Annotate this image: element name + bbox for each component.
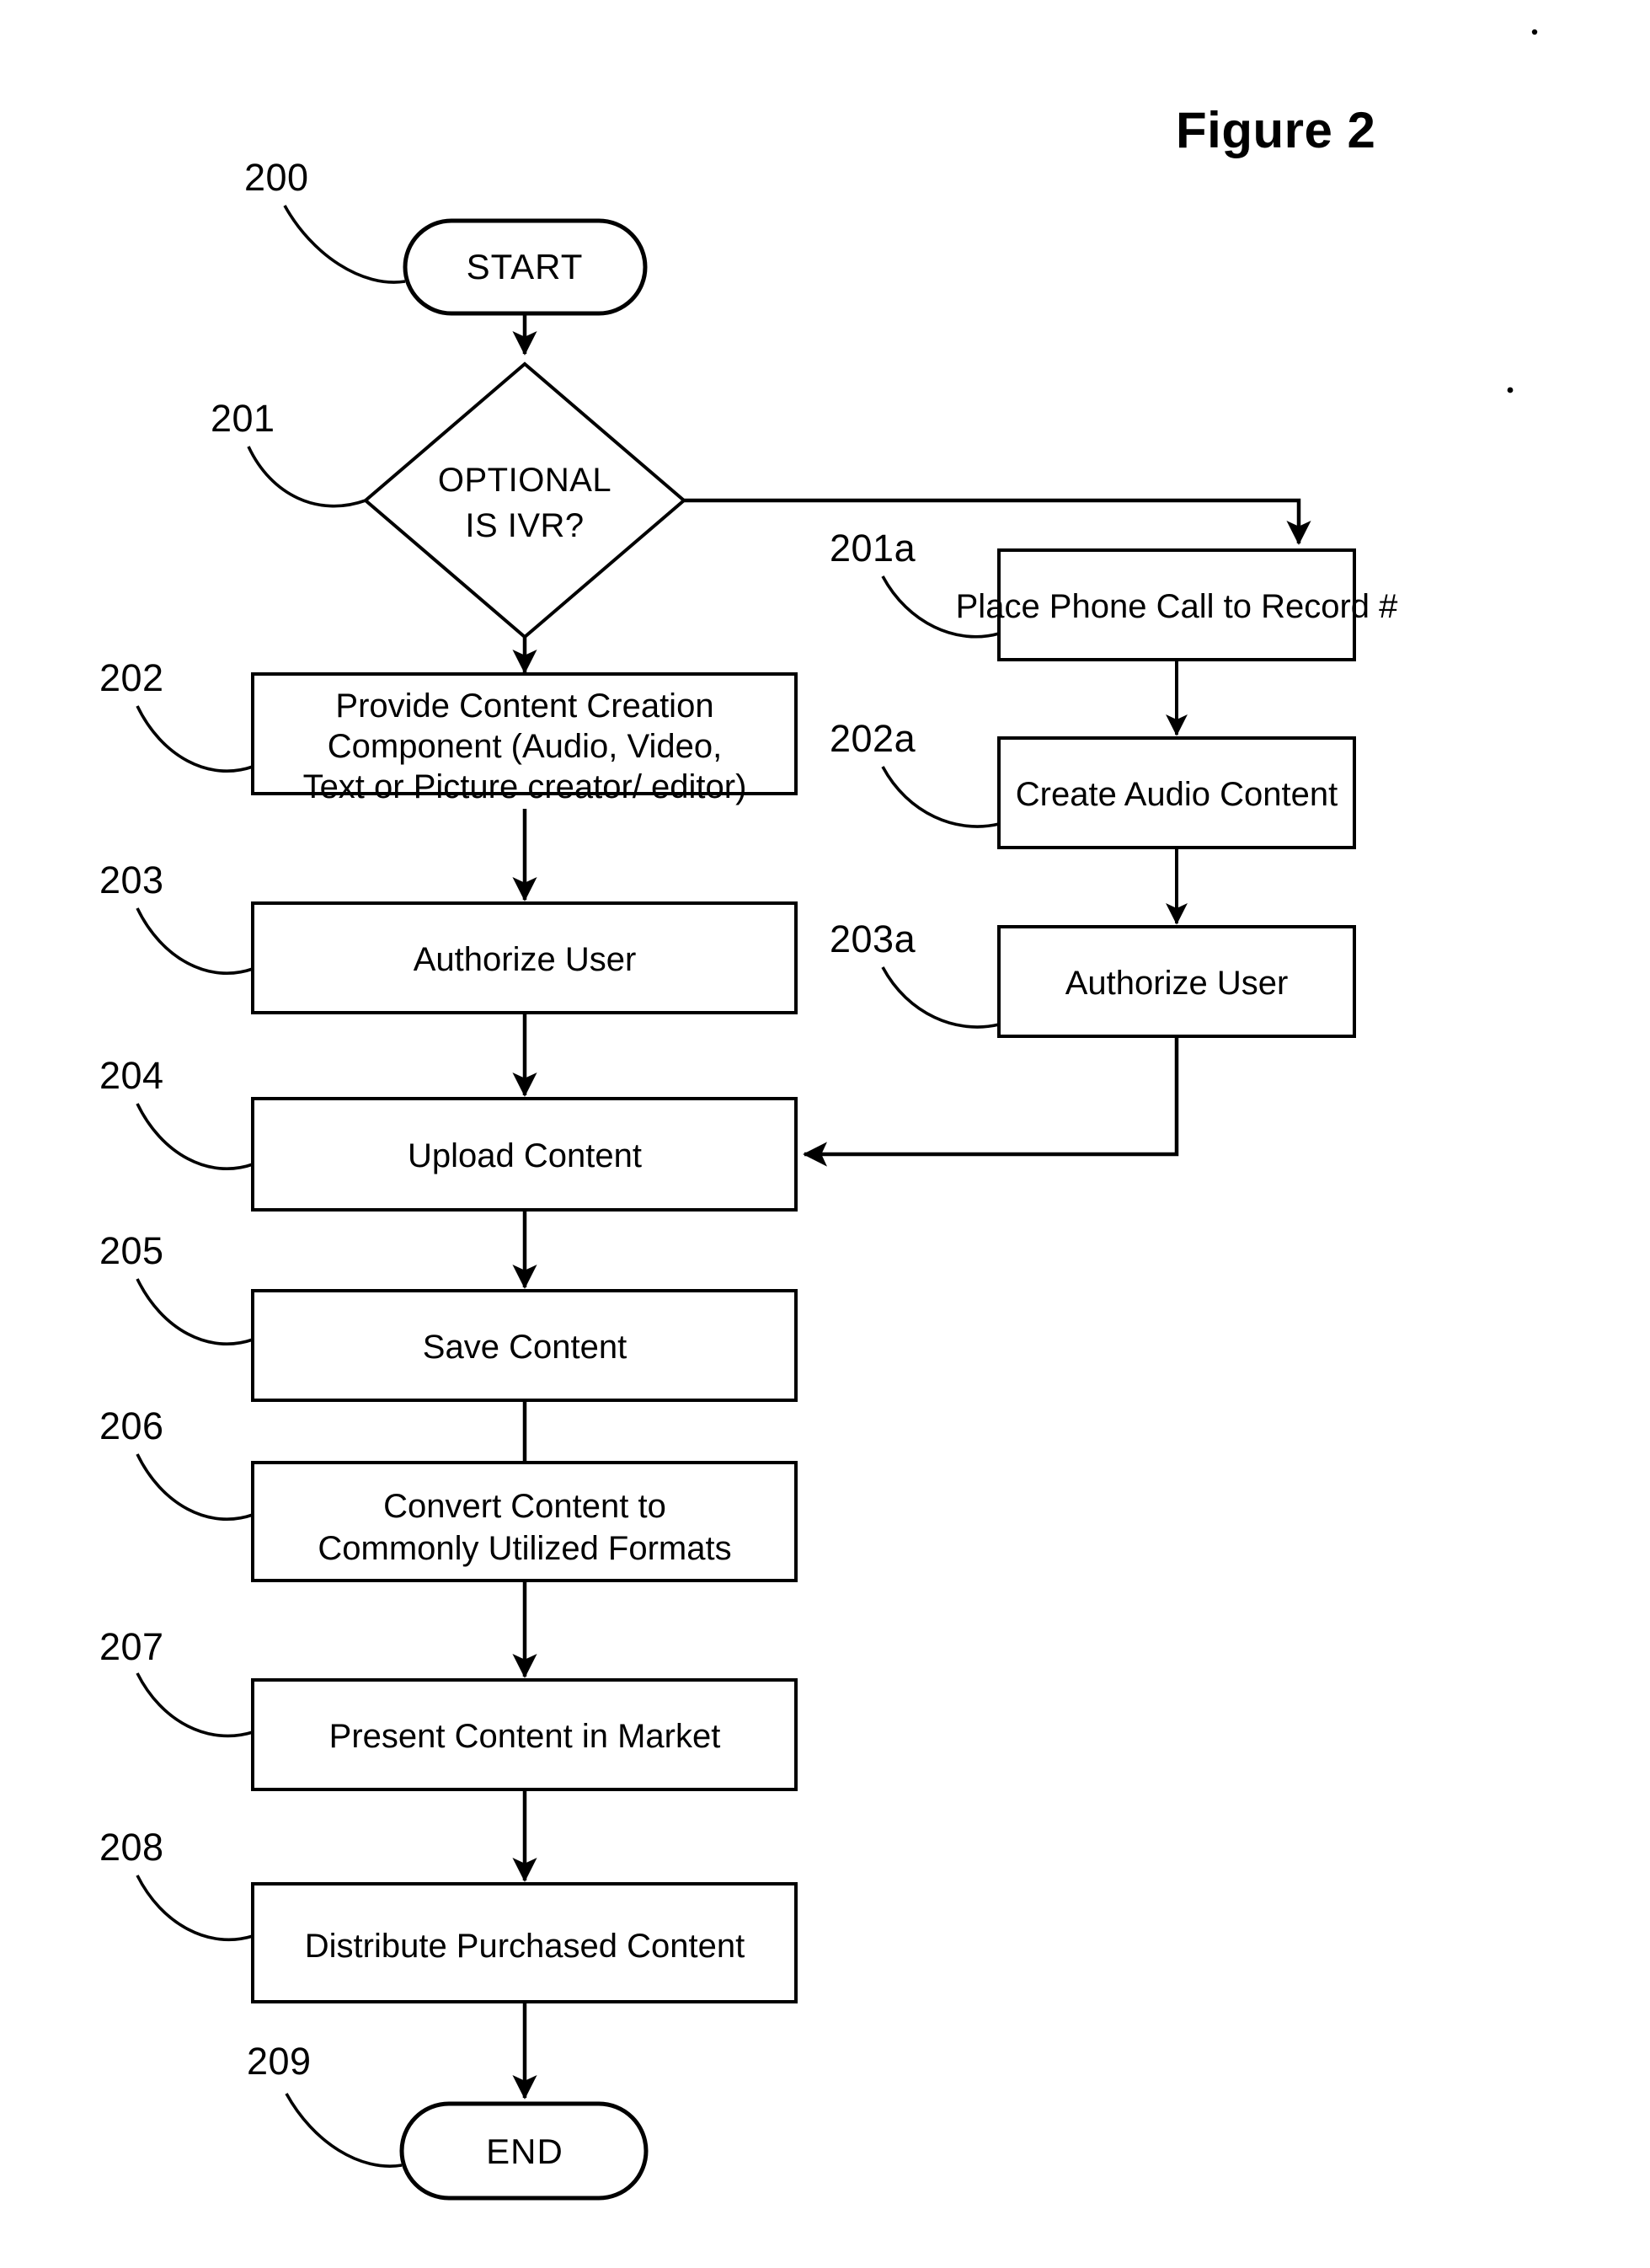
figure-title: Figure 2 (1176, 102, 1375, 158)
node-202a-label: Create Audio Content (1016, 776, 1338, 813)
ref-numeral-201: 201 (211, 397, 275, 440)
ref-numeral-201a: 201a (830, 527, 916, 570)
node-206-label-line1: Convert Content to (383, 1488, 666, 1525)
node-202-label-line1: Provide Content Creation (335, 687, 713, 725)
node-203-label: Authorize User (414, 941, 637, 978)
ref-numeral-202: 202 (99, 656, 164, 699)
ref-numeral-204: 204 (99, 1054, 164, 1097)
scan-speck (1507, 387, 1514, 393)
ref-numeral-208: 208 (99, 1826, 164, 1869)
node-202-label-line2: Component (Audio, Video, (328, 728, 722, 765)
figure-canvas: Figure 2 START 200 OPTIONAL IS IVR? 201 … (0, 0, 1650, 2268)
node-start-label: START (467, 247, 584, 286)
leader-line-206 (136, 1453, 254, 1521)
leader-line-200 (283, 205, 406, 284)
node-205-label: Save Content (423, 1329, 627, 1366)
scan-speck (1531, 29, 1538, 35)
leader-line-203a (881, 966, 1000, 1029)
edge-203a-to-204 (803, 1036, 1179, 1167)
edge-201-to-201a (684, 498, 1311, 545)
leader-line-202a (881, 766, 1000, 828)
ref-numeral-203a: 203a (830, 917, 916, 960)
node-decision-is-ivr (362, 361, 687, 639)
leader-line-203 (136, 907, 254, 975)
node-203a-label: Authorize User (1065, 965, 1289, 1002)
node-end-label: END (486, 2132, 563, 2171)
flowchart-diagram: Figure 2 START 200 OPTIONAL IS IVR? 201 … (99, 29, 1538, 2201)
ref-numeral-203: 203 (99, 859, 164, 901)
leader-line-207 (136, 1672, 254, 1738)
leader-line-205 (136, 1278, 254, 1345)
ref-numeral-200: 200 (244, 156, 309, 199)
leader-line-202 (136, 705, 254, 773)
node-decision-label-line1: OPTIONAL (438, 462, 611, 499)
node-202-label-line3: Text or Picture creator/ editor) (303, 768, 747, 805)
ref-numeral-205: 205 (99, 1229, 164, 1272)
node-201a-label: Place Phone Call to Record # (956, 588, 1399, 625)
ref-numeral-206: 206 (99, 1404, 164, 1447)
ref-numeral-209: 209 (247, 2040, 312, 2083)
node-decision-label-line2: IS IVR? (465, 507, 584, 544)
leader-line-208 (136, 1875, 254, 1941)
leader-line-204 (136, 1103, 254, 1170)
ref-numeral-207: 207 (99, 1625, 164, 1668)
ref-numeral-202a: 202a (830, 717, 916, 760)
node-207-label: Present Content in Market (329, 1718, 721, 1755)
node-206-label-line2: Commonly Utilized Formats (318, 1530, 731, 1567)
leader-line-209 (285, 2093, 403, 2168)
leader-line-201 (247, 446, 366, 508)
node-204-label: Upload Content (408, 1137, 642, 1174)
node-208-label: Distribute Purchased Content (305, 1928, 745, 1965)
